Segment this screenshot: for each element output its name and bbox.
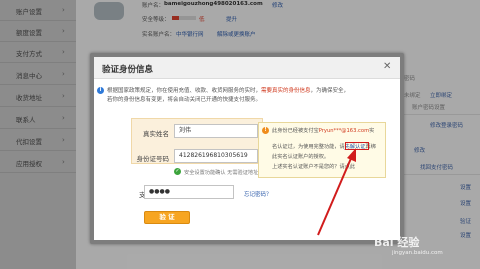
watermark-sub: jingyan.baidu.com: [392, 250, 443, 256]
verify-button[interactable]: 验 证: [144, 211, 190, 224]
info-banner: i 根据国家政策规定，你在使用充值、收款、收货网服务的实时，需要真实的身份信息，…: [97, 86, 389, 108]
real-name-field[interactable]: 刘伟: [174, 124, 258, 138]
warning-icon: !: [262, 127, 269, 134]
real-name-field-label: 真实姓名: [143, 130, 169, 138]
id-hint-text: 安全设置功能确认 无需验证地址: [184, 170, 259, 176]
notice-line: 此实名认证账户的授权。: [272, 154, 330, 160]
notice-text: 实: [369, 128, 375, 134]
info-text: 根据国家政策规定，你在使用充值、收款、收货网服务的实时，: [107, 88, 262, 94]
info-icon: i: [97, 87, 104, 94]
info-text: ，为确保安全，: [310, 88, 350, 94]
id-number-field[interactable]: 412826196810305619: [174, 149, 258, 163]
close-icon[interactable]: ✕: [383, 61, 391, 72]
notice-text: 名认证过，为使用完整功能，请: [272, 144, 345, 150]
notice-account: Pryun***@163.com: [318, 128, 370, 134]
notice-line: 此身份已经被支付宝Pryun***@163.com实: [272, 127, 374, 134]
watermark: Bai 经验: [374, 236, 420, 249]
highlight-box: [345, 142, 369, 150]
pay-password-field[interactable]: ●●●●: [144, 185, 234, 199]
dialog-title: 验证身份信息: [102, 65, 154, 75]
info-highlight: 需要真实的身份信息: [261, 88, 311, 94]
info-line: 根据国家政策规定，你在使用充值、收款、收货网服务的实时，需要真实的身份信息，为确…: [107, 86, 349, 94]
notice-text: 此身份已经被支付宝: [272, 128, 319, 134]
info-line: 若你的身份信息有变更，将会自动关闭已开通的快捷支付服务。: [107, 97, 262, 103]
dialog-header: 验证身份信息 ✕: [94, 57, 400, 79]
check-icon: ✓: [174, 168, 181, 175]
forgot-password-link[interactable]: 忘记密码？: [244, 190, 272, 198]
id-number-field-label: 身份证号码: [136, 155, 170, 163]
notice-line: 上述实名认证账户不是您的？请点此: [272, 164, 356, 170]
